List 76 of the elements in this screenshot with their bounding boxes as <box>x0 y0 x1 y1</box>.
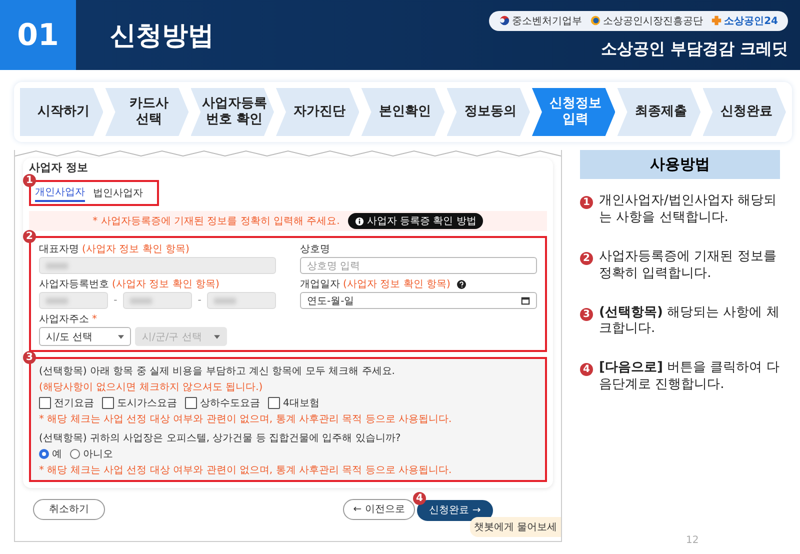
number-badge: 2 <box>580 252 593 265</box>
instruction-text: (선택항목) 해당되는 사항에 체크합니다. <box>599 304 780 338</box>
note-text: * 해당 체크는 사업 선정 대상 여부와 관련이 없으며, 통계 사후관리 목적 등으로 사용됩니다. <box>39 464 453 477</box>
field-label: 상호명 <box>300 243 330 256</box>
instruction-text: 사업자등록증에 기재된 정보를 정확히 입력합니다. <box>599 248 778 283</box>
number-badge: 1 <box>580 196 593 209</box>
chatbot-tab[interactable]: 챗봇에게 물어보세 <box>470 517 561 537</box>
radio-label: 예 <box>52 448 62 461</box>
radio-label: 아니오 <box>83 448 113 461</box>
tab[interactable]: 법인사업자 <box>93 184 143 202</box>
instruction-text: [다음으로] 버튼을 클릭하여 다음단계로 진행합니다. <box>599 360 780 394</box>
field-hint: (사업자 정보 확인 항목) <box>343 278 450 291</box>
step-chevron: 최종제출 <box>617 88 701 136</box>
question-text: (선택항목) 아래 항목 중 실제 비용을 부담하고 계신 항목에 모두 체크해 주세요. <box>39 365 396 378</box>
step-badge: 3 <box>23 351 36 364</box>
logo-text: 소상공인시장진흥공단 <box>603 14 704 28</box>
radio-button[interactable] <box>39 449 49 459</box>
radio-button[interactable] <box>70 449 80 459</box>
slide-subtitle: 소상공인 부담경감 크레딧 <box>600 38 788 60</box>
caret-icon <box>214 334 220 338</box>
field-hint: (사업자 정보 확인 항목) <box>82 243 190 256</box>
dash-separator: - <box>114 295 118 306</box>
section-number: 01 <box>0 0 76 70</box>
step-badge: 2 <box>23 230 36 243</box>
step-chevron: 본인확인 <box>361 88 445 136</box>
checkbox[interactable] <box>39 397 51 409</box>
guide-title: 사용방법 <box>580 150 780 179</box>
required-mark: * <box>92 314 97 324</box>
step-chevron: 사업자등록 번호 확인 <box>190 88 274 136</box>
step-chevron: 신청완료 <box>702 88 786 136</box>
checkbox[interactable] <box>268 397 280 409</box>
question-hint: (해당사항이 없으시면 체크하지 않으셔도 됩니다.) <box>39 381 264 394</box>
caret-icon <box>118 334 124 338</box>
cancel-button[interactable]: 취소하기 <box>33 498 105 520</box>
step-badge: 1 <box>23 174 36 187</box>
step-chevron: 자가진단 <box>276 88 360 136</box>
field-label: 개업일자 <box>300 278 340 291</box>
guide-button[interactable]: 사업자 등록증 확인 방법 <box>348 213 484 229</box>
help-icon <box>457 280 466 288</box>
field-label: 사업자등록번호 <box>39 278 109 291</box>
number-badge: 3 <box>580 308 593 321</box>
question-text: (선택항목) 귀하의 사업장은 오피스텔, 상가건물 등 집합건물에 입주해 있습니까? <box>39 432 402 445</box>
page-number: 12 <box>686 535 699 546</box>
slide-title: 신청방법 <box>110 20 215 52</box>
checkbox[interactable] <box>102 397 114 409</box>
section-title: 사업자 정보 <box>29 160 89 175</box>
logo-text: 중소벤처기업부 <box>512 14 582 28</box>
step-chevron: 시작하기 <box>20 88 104 136</box>
calendar-icon <box>521 296 530 305</box>
checkbox-label: 도시가스요금 <box>117 397 177 410</box>
dash-separator: - <box>198 295 202 306</box>
taegeuk-icon <box>499 15 510 26</box>
logo-text: 소상공인24 <box>724 14 778 28</box>
tab[interactable]: 개인사업자 <box>35 184 85 202</box>
checkbox-label: 상하수도요금 <box>200 397 260 410</box>
checkbox-label: 전기요금 <box>54 397 94 410</box>
step-chevron: 카드사 선택 <box>105 88 189 136</box>
step-chevron: 정보동의 <box>446 88 530 136</box>
plus-icon <box>711 15 722 26</box>
checkbox-label: 4대보험 <box>283 397 320 410</box>
date-field[interactable]: 연도-월-일 <box>300 292 537 309</box>
info-icon <box>354 216 364 226</box>
field-label: 사업자주소 <box>39 313 89 326</box>
note-text: * 해당 체크는 사업 선정 대상 여부와 관련이 없으며, 통계 사후관리 목적 등으로 사용됩니다. <box>39 413 453 426</box>
number-badge: 4 <box>580 363 593 376</box>
notice-text: * 사업자등록증에 기재된 정보를 정확히 입력해 주세요. <box>92 215 340 228</box>
swirl-icon <box>590 15 602 26</box>
field-hint: (사업자 정보 확인 항목) <box>112 278 220 291</box>
submit-button[interactable]: 신청완료 → <box>417 500 493 520</box>
previous-button[interactable]: ← 이전으로 <box>343 498 415 520</box>
field-label: 대표자명 <box>39 243 79 256</box>
checkbox[interactable] <box>185 397 197 409</box>
dropdown[interactable]: 시/도 선택 <box>39 327 131 346</box>
instruction-text: 개인사업자/법인사업자 해당되는 사항을 선택합니다. <box>599 193 778 227</box>
step-chevron: 신청정보 입력 <box>532 88 616 136</box>
step-badge: 4 <box>413 492 426 505</box>
